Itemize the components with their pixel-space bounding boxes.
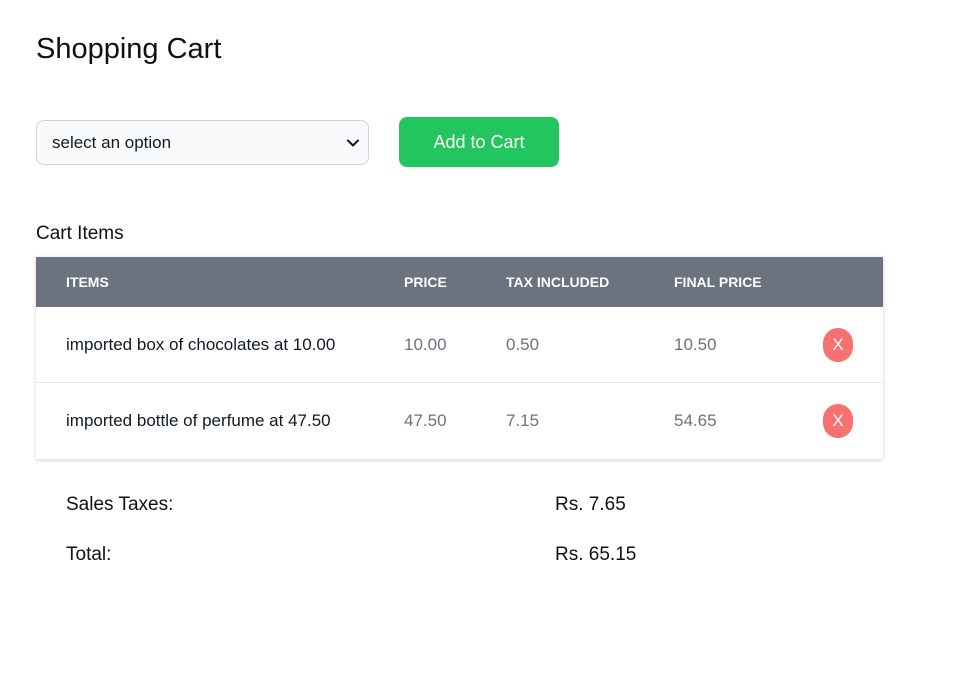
remove-item-button[interactable]: X	[823, 328, 853, 362]
page-title: Shopping Cart	[36, 33, 222, 65]
item-name: imported bottle of perfume at 47.50	[66, 411, 331, 430]
sales-taxes-label: Sales Taxes:	[66, 494, 174, 515]
remove-item-button[interactable]: X	[823, 404, 853, 438]
column-header-tax: TAX INCLUDED	[506, 274, 610, 290]
product-select[interactable]: select an option	[36, 120, 369, 165]
cart-items-heading: Cart Items	[36, 223, 124, 244]
item-final-price: 10.50	[674, 335, 717, 354]
table-header: ITEMS PRICE TAX INCLUDED FINAL PRICE	[36, 257, 883, 307]
item-price: 47.50	[404, 411, 447, 430]
item-tax: 7.15	[506, 411, 540, 430]
add-to-cart-button[interactable]: Add to Cart	[399, 117, 559, 167]
chevron-down-icon	[346, 136, 360, 150]
table-row: imported box of chocolates at 10.00 10.0…	[36, 307, 883, 383]
table-row: imported bottle of perfume at 47.50 47.5…	[36, 383, 883, 459]
item-name: imported box of chocolates at 10.00	[66, 335, 336, 354]
item-price: 10.00	[404, 335, 447, 354]
column-header-price: PRICE	[404, 274, 447, 290]
sales-taxes-value: Rs. 7.65	[555, 494, 626, 515]
total-label: Total:	[66, 544, 112, 565]
cart-table: ITEMS PRICE TAX INCLUDED FINAL PRICE imp…	[36, 257, 883, 459]
product-select-value: select an option	[52, 132, 172, 152]
column-header-items: ITEMS	[66, 274, 109, 290]
item-tax: 0.50	[506, 335, 540, 354]
total-value: Rs. 65.15	[555, 544, 637, 565]
column-header-final-price: FINAL PRICE	[674, 274, 762, 290]
item-final-price: 54.65	[674, 411, 717, 430]
